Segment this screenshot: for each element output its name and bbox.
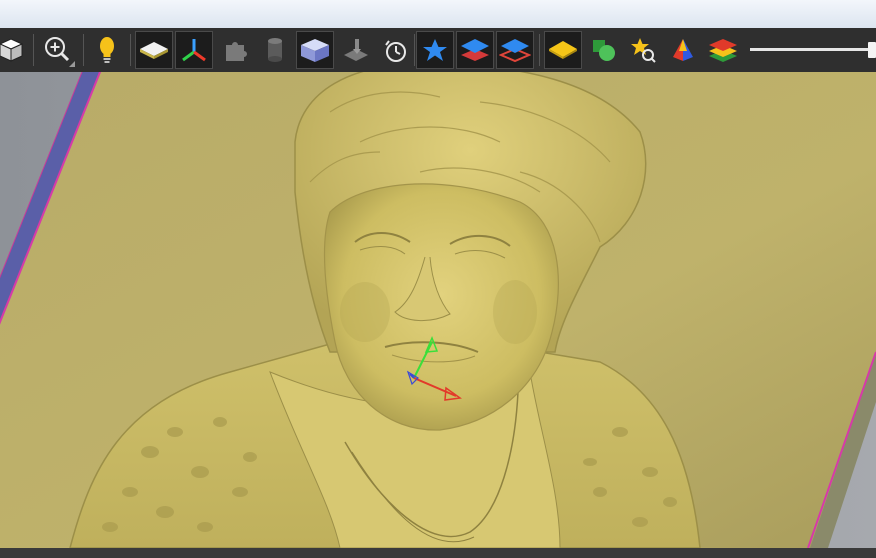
layers-button[interactable] <box>456 31 494 69</box>
material-plane-button[interactable] <box>135 31 173 69</box>
clock-button[interactable] <box>376 31 414 69</box>
layers-outline-icon <box>499 39 531 63</box>
zoom-slider[interactable] <box>750 42 876 58</box>
diamond-plane-button[interactable] <box>544 31 582 69</box>
cylinder-button[interactable] <box>256 31 294 69</box>
zoom-slider-thumb[interactable] <box>868 42 876 58</box>
axes-icon <box>182 39 206 62</box>
star-search-icon <box>631 38 656 63</box>
pyramid-icon <box>673 39 693 61</box>
3d-viewport[interactable] <box>0 72 876 548</box>
title-bar <box>0 0 876 28</box>
cube-icon <box>0 38 24 62</box>
shapes-button[interactable] <box>584 31 622 69</box>
solid-block-button[interactable] <box>296 31 334 69</box>
lighting-button[interactable] <box>88 31 126 69</box>
relief-model-view <box>0 72 876 548</box>
zoom-button[interactable] <box>39 31 77 69</box>
zoom-slider-track <box>750 48 870 51</box>
star-button[interactable] <box>416 31 454 69</box>
block-icon <box>301 39 329 62</box>
lightbulb-icon <box>100 37 114 63</box>
color-layers-icon <box>709 39 737 62</box>
tool-icon <box>344 39 368 61</box>
zoom-in-icon <box>45 37 75 67</box>
shapes-icon <box>593 40 615 61</box>
tool-button[interactable] <box>336 31 374 69</box>
star-search-button[interactable] <box>624 31 662 69</box>
star-icon <box>423 39 447 61</box>
layers-icon <box>461 39 489 61</box>
pyramid-button[interactable] <box>664 31 702 69</box>
clock-icon <box>385 40 406 62</box>
diamond-plane-icon <box>549 41 577 59</box>
puzzle-icon <box>226 42 247 61</box>
layers-red-button[interactable] <box>496 31 534 69</box>
axes-button[interactable] <box>175 31 213 69</box>
view-cube-button[interactable] <box>0 31 30 69</box>
toolbar <box>0 28 876 73</box>
status-bar <box>0 548 876 558</box>
color-layers-button[interactable] <box>704 31 742 69</box>
cylinder-icon <box>268 38 282 62</box>
component-button[interactable] <box>216 31 254 69</box>
plane-icon <box>140 42 168 59</box>
